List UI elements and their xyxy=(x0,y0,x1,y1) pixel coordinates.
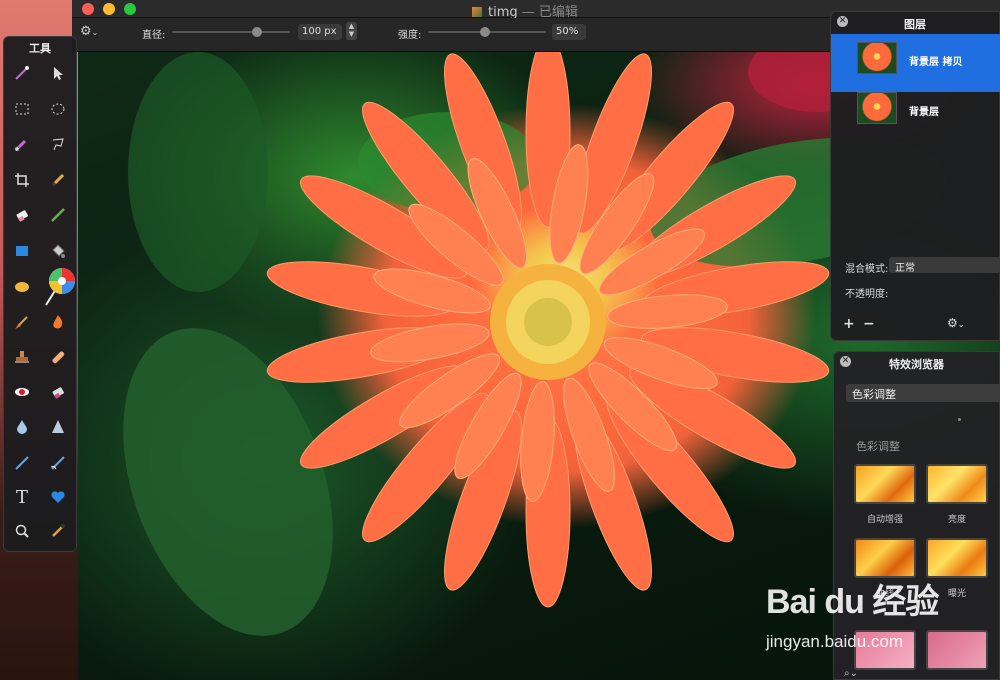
crop-icon[interactable] xyxy=(12,170,32,190)
layers-panel: ✕ 图层 背景层 拷贝 背景层 混合模式: 正常 不透明度: + − ⚙⌄ xyxy=(830,11,1000,341)
magic-wand-icon[interactable] xyxy=(12,63,32,83)
close-effects-panel-button[interactable]: ✕ xyxy=(840,356,851,367)
smudge-brush-icon[interactable] xyxy=(12,312,32,332)
stamp-icon[interactable] xyxy=(12,347,32,367)
strength-label: 强度: xyxy=(398,30,422,41)
red-eye-icon[interactable] xyxy=(12,382,32,402)
ellipse-select-icon[interactable] xyxy=(48,99,68,119)
text-tool-icon[interactable]: T xyxy=(12,487,32,508)
layer-row[interactable]: 背景层 xyxy=(831,84,1000,142)
add-layer-button[interactable]: + xyxy=(843,316,855,332)
ellipse-shape-icon[interactable] xyxy=(12,277,32,297)
close-layers-panel-button[interactable]: ✕ xyxy=(837,16,848,27)
tools-panel-title: 工具 xyxy=(29,42,51,55)
pen-icon[interactable] xyxy=(12,453,32,473)
baidu-jingyan-watermark: Bai du 经验 jingyan.baidu.com xyxy=(760,574,1000,664)
watermark-url: jingyan.baidu.com xyxy=(766,632,904,651)
strength-slider[interactable] xyxy=(428,27,546,37)
lasso-icon[interactable] xyxy=(48,134,68,154)
minimize-window-button[interactable] xyxy=(103,3,115,15)
pen-2-icon[interactable] xyxy=(48,453,68,473)
page-indicator-dot xyxy=(958,418,961,421)
zoom-window-button[interactable] xyxy=(124,3,136,15)
layer-thumbnail xyxy=(857,92,897,124)
eraser-icon[interactable] xyxy=(12,205,32,225)
rect-shape-icon[interactable] xyxy=(12,241,32,261)
heart-shape-icon[interactable] xyxy=(48,487,68,507)
lollipop-effects-icon[interactable] xyxy=(42,267,78,307)
effect-label: 亮度 xyxy=(947,515,966,525)
layer-thumbnail xyxy=(857,42,897,74)
eyedropper-icon[interactable] xyxy=(48,521,68,541)
effect-thumbnail-curves[interactable] xyxy=(854,538,916,578)
blend-mode-label: 混合模式: xyxy=(845,264,889,275)
layers-panel-title: 图层 xyxy=(904,18,926,31)
effect-thumbnail-brightness[interactable] xyxy=(926,464,988,504)
zoom-icon[interactable] xyxy=(12,521,32,541)
layer-name: 背景层 拷贝 xyxy=(909,57,963,68)
effect-thumbnail-exposure[interactable] xyxy=(926,538,988,578)
brush-icon[interactable] xyxy=(48,205,68,225)
droplet-icon[interactable] xyxy=(12,417,32,437)
effect-section-heading: 色彩调整 xyxy=(856,440,900,453)
document-icon xyxy=(472,7,482,17)
layer-name: 背景层 xyxy=(909,107,939,118)
diameter-slider[interactable] xyxy=(172,27,290,37)
effects-panel-title: 特效浏览器 xyxy=(889,358,944,371)
effect-thumbnail-auto-enhance[interactable] xyxy=(854,464,916,504)
eraser-2-icon[interactable] xyxy=(48,382,68,402)
blend-mode-select[interactable]: 正常 xyxy=(889,257,1000,274)
effect-category-select[interactable]: 色彩调整 xyxy=(846,384,1000,402)
strength-slider-knob[interactable] xyxy=(480,27,490,37)
search-icon[interactable]: ⌕⌄ xyxy=(844,668,858,679)
cone-sharpen-icon[interactable] xyxy=(48,417,68,437)
strength-field[interactable]: 50% xyxy=(552,24,586,40)
diameter-field[interactable]: 100 px xyxy=(298,24,342,40)
diameter-slider-knob[interactable] xyxy=(252,27,262,37)
pencil-icon[interactable] xyxy=(48,170,68,190)
layer-options-gear-icon[interactable]: ⚙⌄ xyxy=(947,316,964,330)
diameter-label: 直径: xyxy=(142,30,166,41)
diameter-stepper[interactable]: ▲ ▼ xyxy=(346,22,357,40)
gear-icon[interactable]: ⚙⌄ xyxy=(80,24,98,39)
effect-label: 自动增强 xyxy=(866,515,903,525)
close-window-button[interactable] xyxy=(82,3,94,15)
arrow-select-icon[interactable] xyxy=(48,63,68,83)
watermark-logo: Bai du 经验 xyxy=(766,583,939,621)
flame-icon[interactable] xyxy=(48,312,68,332)
remove-layer-button[interactable]: − xyxy=(863,316,875,332)
paint-select-icon[interactable] xyxy=(12,134,32,154)
opacity-label: 不透明度: xyxy=(845,289,889,300)
tools-panel: 工具 T xyxy=(3,36,77,552)
paint-bucket-icon[interactable] xyxy=(48,241,68,261)
bandage-icon[interactable] xyxy=(48,347,68,367)
rect-select-icon[interactable] xyxy=(12,99,32,119)
